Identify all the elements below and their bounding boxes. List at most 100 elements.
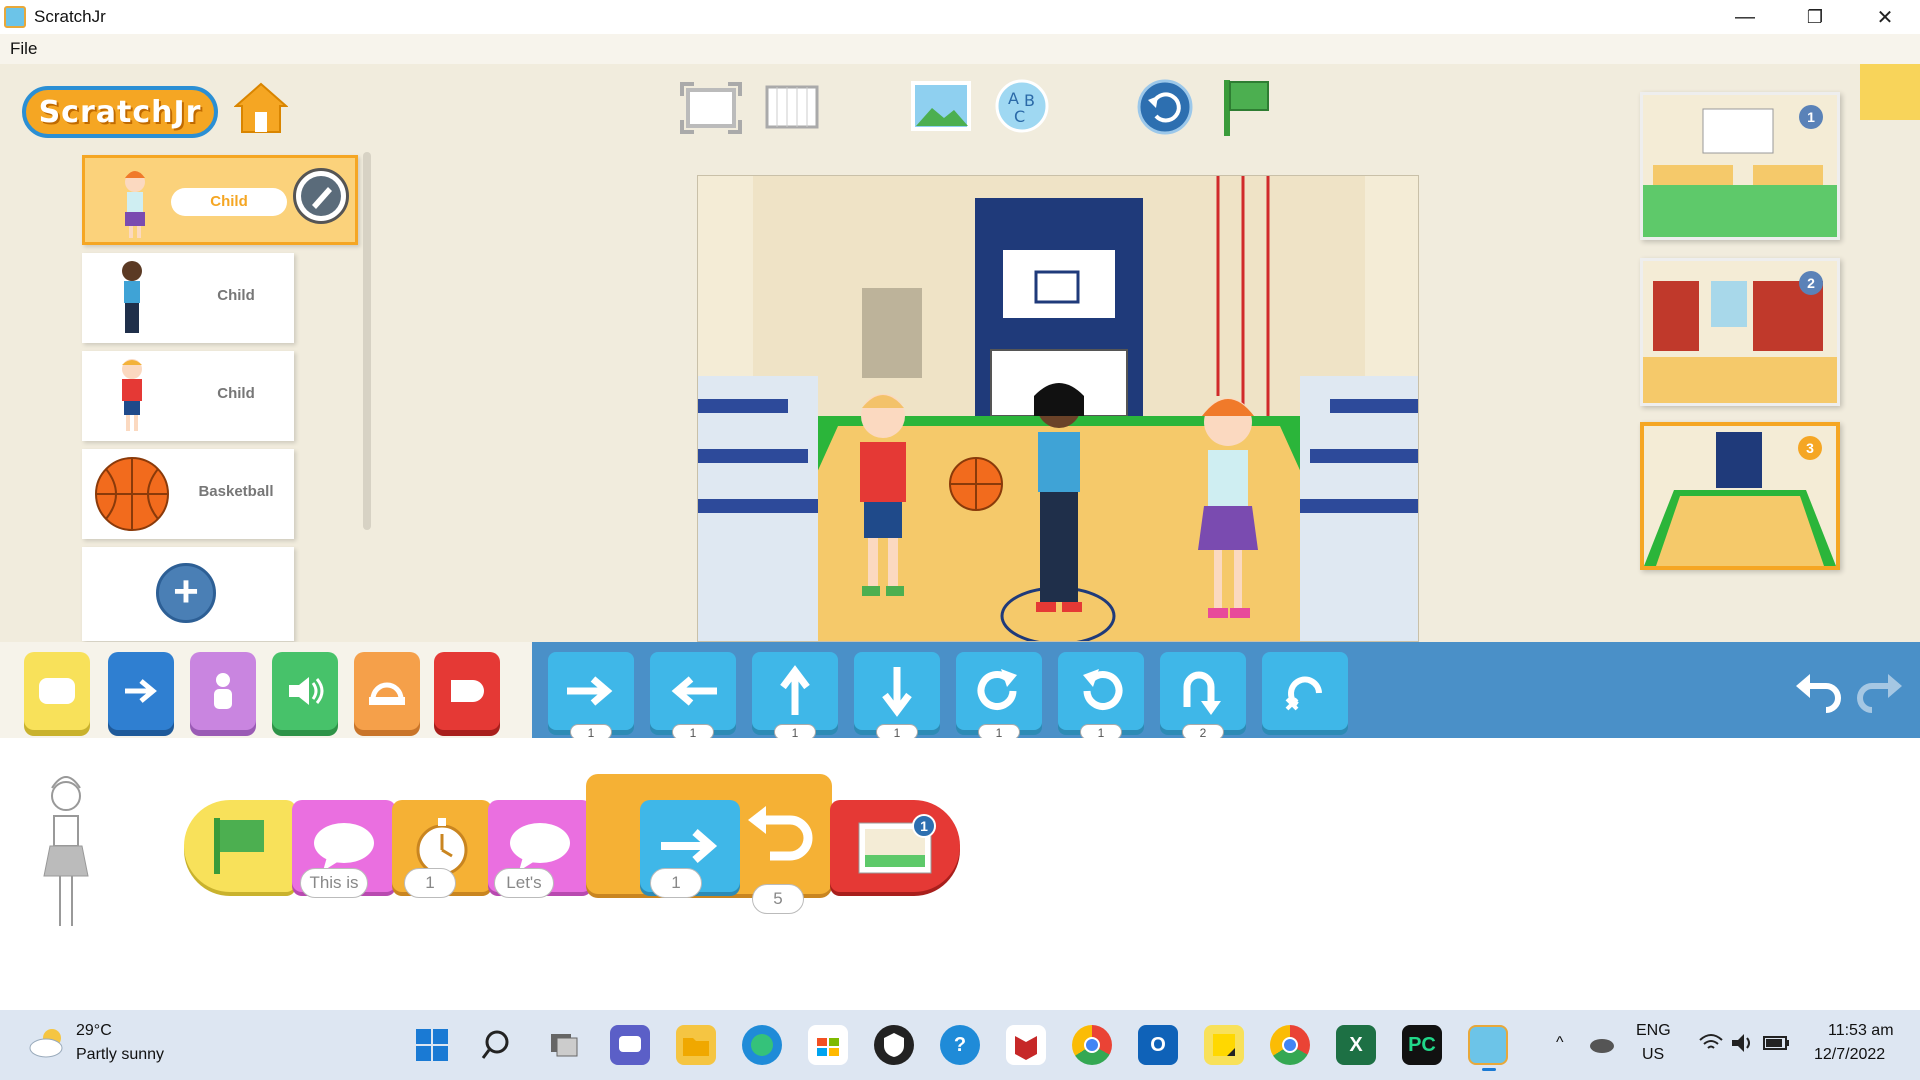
page-number-badge: 1 bbox=[1799, 105, 1823, 129]
looks-category-button[interactable] bbox=[190, 652, 256, 730]
restore-button[interactable]: ❐ bbox=[1780, 0, 1850, 34]
add-text-button[interactable]: ABC bbox=[994, 78, 1050, 134]
control-loop-icon bbox=[369, 682, 405, 705]
show-hidden-icons-chevron-icon[interactable]: ^ bbox=[1556, 1034, 1564, 1052]
file-explorer-button[interactable] bbox=[676, 1025, 716, 1065]
excel-button[interactable]: X bbox=[1336, 1025, 1376, 1065]
menu-file[interactable]: File bbox=[10, 39, 37, 59]
battery-icon[interactable] bbox=[1762, 1034, 1792, 1052]
app-shield-button[interactable] bbox=[874, 1025, 914, 1065]
language-primary[interactable]: ENG bbox=[1636, 1022, 1671, 1040]
scratchjr-taskbar-button[interactable] bbox=[1468, 1025, 1508, 1065]
say-block-1-text[interactable]: This is bbox=[300, 868, 368, 898]
page-thumb-3[interactable]: 3 bbox=[1640, 422, 1840, 570]
move-block-value[interactable]: 1 bbox=[650, 868, 702, 898]
move-down-block[interactable]: 1 bbox=[854, 652, 940, 740]
sprite-list: Child Child Child Basketball + bbox=[82, 155, 364, 645]
folder-icon bbox=[683, 1038, 709, 1056]
block-palette: 1 1 1 1 1 1 2 bbox=[532, 642, 1920, 740]
task-view-icon bbox=[551, 1034, 578, 1057]
sprite-card-basketball[interactable]: Basketball bbox=[82, 449, 294, 539]
svg-text:C: C bbox=[1014, 107, 1025, 126]
go-home-block[interactable] bbox=[1262, 652, 1348, 730]
add-sprite-slot: + bbox=[82, 547, 294, 641]
edge-browser-button[interactable] bbox=[742, 1025, 782, 1065]
girl-braids-sprite[interactable] bbox=[1014, 376, 1104, 626]
green-flag-trigger-block[interactable] bbox=[184, 800, 296, 892]
sprite-card-child-2[interactable]: Child bbox=[82, 253, 294, 343]
page-thumb-1[interactable]: 1 bbox=[1640, 92, 1840, 240]
language-region[interactable]: US bbox=[1642, 1046, 1664, 1064]
outlook-button[interactable]: O bbox=[1138, 1025, 1178, 1065]
menu-bar: File bbox=[0, 34, 1920, 64]
undo-button[interactable] bbox=[1792, 662, 1846, 716]
wifi-icon[interactable] bbox=[1698, 1032, 1724, 1054]
sprite-card-child-1[interactable]: Child bbox=[82, 155, 358, 245]
minimize-button[interactable]: — bbox=[1710, 0, 1780, 34]
green-flag-button[interactable] bbox=[1218, 76, 1274, 138]
clock-time[interactable]: 11:53 am bbox=[1828, 1022, 1894, 1040]
change-background-button[interactable] bbox=[910, 80, 972, 134]
onedrive-cloud-icon[interactable] bbox=[1588, 1034, 1616, 1054]
mcafee-button[interactable] bbox=[1006, 1025, 1046, 1065]
page-thumb-2[interactable]: 2 bbox=[1640, 258, 1840, 406]
page-corner-tab[interactable] bbox=[1860, 64, 1920, 120]
chat-icon bbox=[619, 1036, 641, 1052]
grid-button[interactable] bbox=[764, 84, 820, 130]
girl-orange-hair-sprite[interactable] bbox=[1178, 386, 1278, 636]
sprite-list-scrollbar[interactable] bbox=[363, 152, 371, 530]
move-right-block[interactable]: 1 bbox=[548, 652, 634, 740]
chrome-profile-l-button[interactable] bbox=[1270, 1025, 1310, 1065]
microsoft-store-button[interactable] bbox=[808, 1025, 848, 1065]
home-button[interactable] bbox=[233, 80, 289, 136]
move-up-block[interactable]: 1 bbox=[752, 652, 838, 740]
redo-button[interactable] bbox=[1852, 662, 1906, 716]
basketball-sprite[interactable] bbox=[948, 456, 1004, 512]
sprite-card-child-3[interactable]: Child bbox=[82, 351, 294, 441]
chrome-profile-r-button[interactable] bbox=[1072, 1025, 1112, 1065]
page-number-badge: 3 bbox=[1798, 436, 1822, 460]
arrow-right-icon bbox=[125, 679, 157, 703]
sprite-name: Child bbox=[171, 188, 287, 216]
sound-category-button[interactable] bbox=[272, 652, 338, 730]
pycharm-button[interactable]: PC bbox=[1402, 1025, 1442, 1065]
search-taskbar-button[interactable] bbox=[478, 1025, 518, 1065]
paintbrush-icon bbox=[301, 176, 341, 216]
current-sprite-outline-icon bbox=[43, 776, 89, 926]
turn-right-block[interactable]: 1 bbox=[956, 652, 1042, 740]
green-flag-icon bbox=[214, 818, 264, 874]
control-category-button[interactable] bbox=[354, 652, 420, 730]
hop-block[interactable]: 2 bbox=[1160, 652, 1246, 740]
boy-red-shirt-sprite[interactable] bbox=[838, 386, 928, 606]
move-left-block[interactable]: 1 bbox=[650, 652, 736, 740]
task-view-button[interactable] bbox=[544, 1025, 584, 1065]
sticky-notes-button[interactable] bbox=[1204, 1025, 1244, 1065]
go-to-page-block[interactable] bbox=[830, 800, 960, 892]
clock-date[interactable]: 12/7/2022 bbox=[1814, 1046, 1885, 1064]
volume-icon[interactable] bbox=[1730, 1032, 1756, 1054]
svg-text:B: B bbox=[1024, 91, 1035, 110]
partly-sunny-icon bbox=[29, 1029, 63, 1058]
svg-text:A: A bbox=[1008, 89, 1019, 108]
stage[interactable] bbox=[697, 175, 1419, 642]
get-help-button[interactable]: ? bbox=[940, 1025, 980, 1065]
motion-category-button[interactable] bbox=[108, 652, 174, 730]
edge-icon bbox=[751, 1034, 773, 1056]
end-category-button[interactable] bbox=[434, 652, 500, 730]
paint-editor-button[interactable] bbox=[293, 168, 349, 224]
move-up-icon bbox=[780, 665, 810, 715]
child-girl-braids-icon bbox=[122, 261, 142, 333]
triggering-category-button[interactable] bbox=[24, 652, 90, 730]
reset-characters-button[interactable] bbox=[1136, 78, 1194, 136]
wait-block-value[interactable]: 1 bbox=[404, 868, 456, 898]
close-button[interactable]: ✕ bbox=[1850, 0, 1920, 34]
mcafee-icon bbox=[1015, 1036, 1037, 1060]
teams-chat-button[interactable] bbox=[610, 1025, 650, 1065]
fullscreen-button[interactable] bbox=[678, 80, 744, 136]
say-block-2-text[interactable]: Let's bbox=[494, 868, 554, 898]
page-number-badge: 2 bbox=[1799, 271, 1823, 295]
add-sprite-button[interactable]: + bbox=[156, 563, 216, 623]
repeat-count-value[interactable]: 5 bbox=[752, 884, 804, 914]
turn-left-block[interactable]: 1 bbox=[1058, 652, 1144, 740]
start-button[interactable] bbox=[412, 1025, 452, 1065]
